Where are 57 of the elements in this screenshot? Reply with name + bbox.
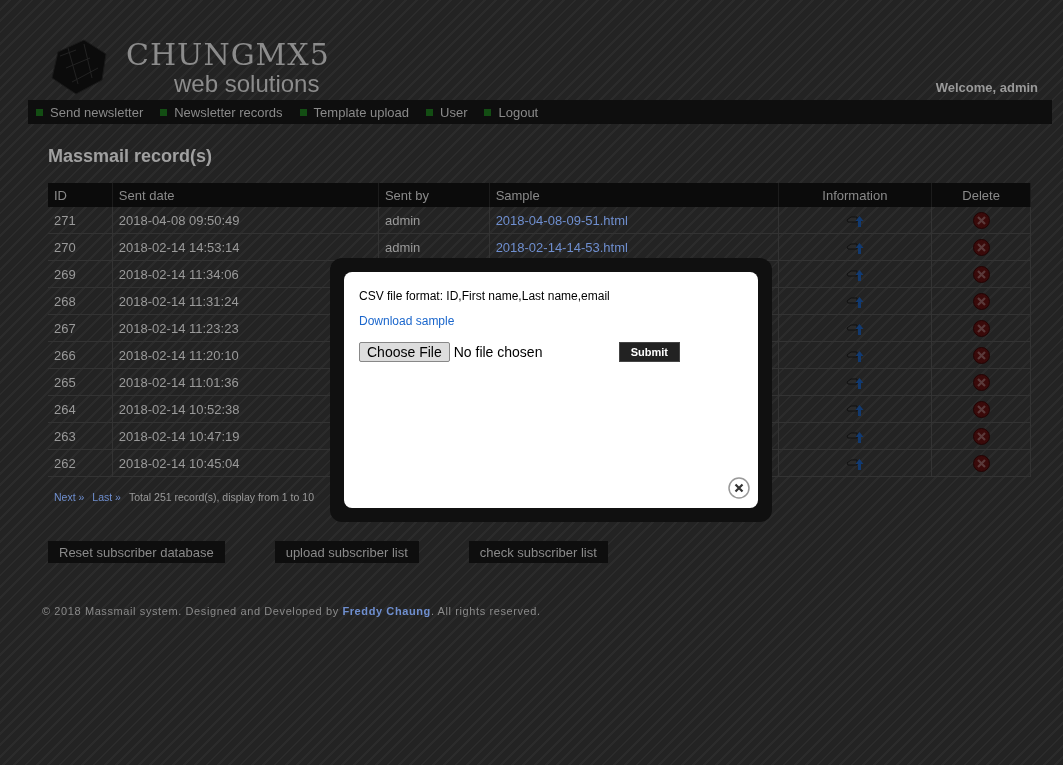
table-cell: 262 xyxy=(48,449,113,477)
table-cell: 264 xyxy=(48,395,113,423)
bullet-icon xyxy=(160,108,168,116)
action-button[interactable]: upload subscriber list xyxy=(274,541,419,563)
table-cell: 267 xyxy=(48,314,113,342)
nav-item[interactable]: Newsletter records xyxy=(160,104,283,120)
delete-icon[interactable] xyxy=(972,319,990,337)
bullet-icon xyxy=(426,108,433,116)
close-icon[interactable] xyxy=(728,477,750,499)
table-cell: 268 xyxy=(48,287,113,315)
author-link[interactable]: Freddy Chaung xyxy=(342,605,431,617)
delete-icon[interactable] xyxy=(972,265,990,283)
record-summary: Total 251 record(s), display from 1 to 10 xyxy=(128,491,314,503)
column-header: Delete xyxy=(931,183,1031,207)
table-cell: 263 xyxy=(48,422,113,450)
file-status-text: No file chosen xyxy=(453,344,544,360)
sample-link[interactable]: 2018-02-14-14-53.html xyxy=(495,239,628,255)
footer-text: © 2018 Massmail system. Designed and Developed by Freddy Chaung. All rights reserved. xyxy=(42,605,542,617)
table-cell: 2018-04-08 09:50:49 xyxy=(112,207,379,234)
delete-icon[interactable] xyxy=(972,400,990,418)
action-button[interactable]: Reset subscriber database xyxy=(48,541,225,563)
delete-icon[interactable] xyxy=(972,346,990,364)
nav-item[interactable]: Template upload xyxy=(299,104,409,120)
table-cell: 271 xyxy=(48,207,113,234)
bullet-icon xyxy=(484,108,492,116)
delete-icon[interactable] xyxy=(972,373,990,391)
table-cell: 266 xyxy=(48,341,113,369)
submit-button[interactable]: Submit xyxy=(618,342,680,362)
choose-file-button[interactable]: Choose File xyxy=(359,342,450,362)
pager-link[interactable]: Last » xyxy=(92,491,121,503)
table-cell: admin xyxy=(384,212,421,228)
sample-link[interactable]: 2018-04-08-09-51.html xyxy=(495,212,628,228)
column-header: Information xyxy=(778,183,932,207)
bullet-icon xyxy=(299,108,307,116)
table-cell: 265 xyxy=(48,368,113,396)
welcome-text: Welcome, admin xyxy=(935,80,1038,95)
delete-icon[interactable] xyxy=(972,238,990,256)
delete-icon[interactable] xyxy=(972,454,990,472)
nav-item[interactable]: Send newsletter xyxy=(36,104,144,120)
delete-icon[interactable] xyxy=(972,292,990,310)
column-header: ID xyxy=(48,183,113,207)
nav-item[interactable]: User xyxy=(426,104,468,120)
table-cell: 270 xyxy=(48,233,113,261)
logo-tagline: web solutions xyxy=(174,72,321,96)
column-header: Sent by xyxy=(378,183,490,207)
table-cell: admin xyxy=(384,239,421,255)
column-header: Sent date xyxy=(112,183,379,207)
pager-link[interactable]: Next » xyxy=(54,491,85,503)
logo-wordmark: CHUNGMX5 xyxy=(126,38,330,72)
page-title: Massmail record(s) xyxy=(48,146,214,167)
table-cell: 269 xyxy=(48,260,113,288)
nav-item[interactable]: Logout xyxy=(484,104,539,120)
action-button[interactable]: check subscriber list xyxy=(468,541,608,563)
column-header: Sample xyxy=(489,183,779,207)
delete-icon[interactable] xyxy=(972,211,990,229)
bullet-icon xyxy=(36,108,43,116)
delete-icon[interactable] xyxy=(972,427,990,445)
